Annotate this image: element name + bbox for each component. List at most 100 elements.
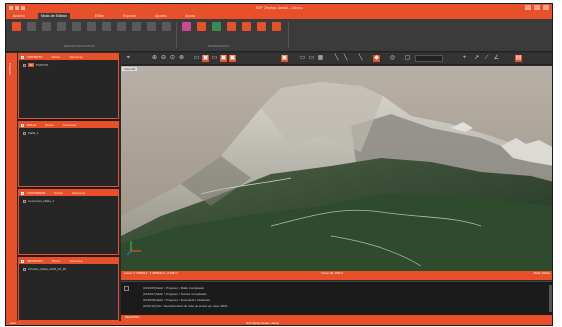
points-icon xyxy=(27,22,36,31)
zoom-out-icon[interactable]: ⊖ xyxy=(160,55,167,62)
navigation-mode: Modo: Orbitar xyxy=(533,272,550,275)
angle-icon[interactable]: ∠ xyxy=(493,55,500,62)
ribbon-button[interactable] xyxy=(85,22,98,40)
minimize-button[interactable] xyxy=(525,5,531,10)
grid-icon[interactable]: ▦ xyxy=(317,55,324,62)
ribbon-button[interactable] xyxy=(210,22,223,40)
view-persp-icon[interactable]: ▣ xyxy=(220,55,227,62)
log-line: [13:09:05] Mesh > Progreso > Malla: Comp… xyxy=(143,286,205,290)
polyline-icon[interactable]: ╲ xyxy=(357,55,364,62)
side-strip: Proyecto xyxy=(6,53,17,321)
panel-checkbox[interactable] xyxy=(21,55,24,59)
list-item[interactable]: Contornos_Malla_1 xyxy=(19,199,118,203)
ribbon-button[interactable] xyxy=(270,22,283,40)
item-checkbox[interactable] xyxy=(23,267,26,271)
terrain-render xyxy=(121,66,552,271)
ribbon-tabs: Archivo Modo de Edición Editar Exportar … xyxy=(6,12,552,19)
close-button[interactable] xyxy=(543,5,549,10)
view-side-icon[interactable]: ▭ xyxy=(211,55,218,62)
ribbon-button[interactable] xyxy=(55,22,68,40)
select-option[interactable]: Seleccionar xyxy=(72,192,86,195)
ribbon-button[interactable] xyxy=(180,22,193,40)
log-scrollbar[interactable] xyxy=(549,285,552,312)
zoom-fit-icon[interactable]: ⊙ xyxy=(169,55,176,62)
log-panel: [13:09:05] Mesh > Progreso > Malla: Comp… xyxy=(121,281,552,315)
lighting-icon[interactable]: ▣ xyxy=(281,55,288,62)
project-panel: CONTEXTO Mostrar Seleccionar 3D PUNTOS M… xyxy=(18,53,119,321)
view-select[interactable] xyxy=(415,55,443,62)
camera-path-icon[interactable]: ▭ xyxy=(308,55,315,62)
settings-icon xyxy=(162,22,171,31)
panel-checkbox[interactable] xyxy=(21,123,24,127)
panel-title: ORTOFOTO xyxy=(27,259,43,263)
window-controls xyxy=(525,5,549,10)
camera-icon[interactable]: ▭ xyxy=(299,55,306,62)
ribbon-button[interactable] xyxy=(25,22,38,40)
item-checkbox[interactable] xyxy=(23,199,26,203)
measure-icon xyxy=(257,22,266,31)
panel-toggle-icon[interactable]: ▤ xyxy=(515,55,522,62)
ribbon-button[interactable] xyxy=(160,22,173,40)
arrow-icon[interactable]: ↗ xyxy=(473,55,480,62)
select-option[interactable]: Seleccionar xyxy=(63,124,77,127)
pin-icon[interactable]: ◆ xyxy=(373,55,380,62)
ribbon-button[interactable] xyxy=(240,22,253,40)
item-checkbox[interactable] xyxy=(23,131,26,135)
ribbon-separator xyxy=(288,22,289,48)
panel-checkbox[interactable] xyxy=(21,191,24,195)
view-top-icon[interactable]: ▣ xyxy=(202,55,209,62)
zoom-in-icon[interactable]: ⊕ xyxy=(151,55,158,62)
status-app-name: 3DF Zephyr Aerial – Demo xyxy=(246,321,280,325)
select-option[interactable]: Seleccionar xyxy=(69,56,83,59)
ribbon-button[interactable] xyxy=(195,22,208,40)
view-front-icon[interactable]: ▭ xyxy=(193,55,200,62)
ribbon-group-label: INTERACCIÓN xyxy=(208,44,229,48)
brush-icon[interactable]: ╲ xyxy=(333,55,340,62)
render-mode-icon[interactable]: ▣ xyxy=(229,55,236,62)
item-checkbox[interactable] xyxy=(23,63,26,67)
maximize-button[interactable] xyxy=(534,5,540,10)
panel-header: MALLA Mostrar Seleccionar xyxy=(19,122,118,128)
side-strip-label[interactable]: Proyecto xyxy=(8,63,12,75)
viewport-tab[interactable]: Vista 3D xyxy=(122,67,138,71)
show-option[interactable]: Mostrar xyxy=(54,192,63,195)
panel-title: CONTEXTO xyxy=(27,55,43,59)
target-icon[interactable]: ◎ xyxy=(389,55,396,62)
ribbon-button[interactable] xyxy=(115,22,128,40)
ribbon-button[interactable] xyxy=(225,22,238,40)
3d-viewport[interactable]: Vista 3D xyxy=(121,66,552,271)
show-option[interactable]: Mostrar xyxy=(52,260,61,263)
terrain-icon xyxy=(212,22,221,31)
ruler-icon[interactable]: ⟋ xyxy=(483,55,490,62)
ribbon-button[interactable] xyxy=(10,22,23,40)
contour-icon xyxy=(242,22,251,31)
show-option[interactable]: Mostrar xyxy=(45,124,54,127)
pointer-icon[interactable]: ⌖ xyxy=(125,55,132,62)
item-label: PUNTOS xyxy=(35,63,49,67)
log-icon xyxy=(124,286,129,291)
ribbon-button[interactable] xyxy=(100,22,113,40)
invert-icon xyxy=(87,22,96,31)
measure-tool-icon[interactable]: ╲ xyxy=(342,55,349,62)
zoom-area-icon[interactable]: ⊗ xyxy=(178,55,185,62)
log-line: [13:09:08] Mesh > Progreso > Exportación… xyxy=(143,298,210,302)
select-option[interactable]: Seleccionar xyxy=(70,260,84,263)
list-item[interactable]: 3D PUNTOS xyxy=(19,63,118,67)
reset-icon[interactable]: ▢ xyxy=(404,55,411,62)
ribbon-button[interactable] xyxy=(145,22,158,40)
plus-icon[interactable]: + xyxy=(461,55,468,62)
ribbon-button[interactable] xyxy=(130,22,143,40)
item-label: Contornos_Malla_1 xyxy=(28,199,55,203)
ribbon-button[interactable] xyxy=(70,22,83,40)
panel-checkbox[interactable] xyxy=(21,259,24,263)
select-icon xyxy=(147,22,156,31)
cube-icon xyxy=(12,22,21,31)
log-bar-label[interactable]: REGISTRO xyxy=(125,315,140,319)
ribbon-button[interactable] xyxy=(255,22,268,40)
show-option[interactable]: Mostrar xyxy=(52,56,61,59)
list-item[interactable]: Malla_1 xyxy=(19,131,118,135)
ribbon-button[interactable] xyxy=(40,22,53,40)
cursor-elevation: Cursor (Z): 1097.4 xyxy=(321,272,343,275)
ribbon-group-label: EDICIÓN DE PUNTOS xyxy=(64,44,95,48)
list-item[interactable]: Ortofoto_Malla_2018_03_20 xyxy=(19,267,118,271)
